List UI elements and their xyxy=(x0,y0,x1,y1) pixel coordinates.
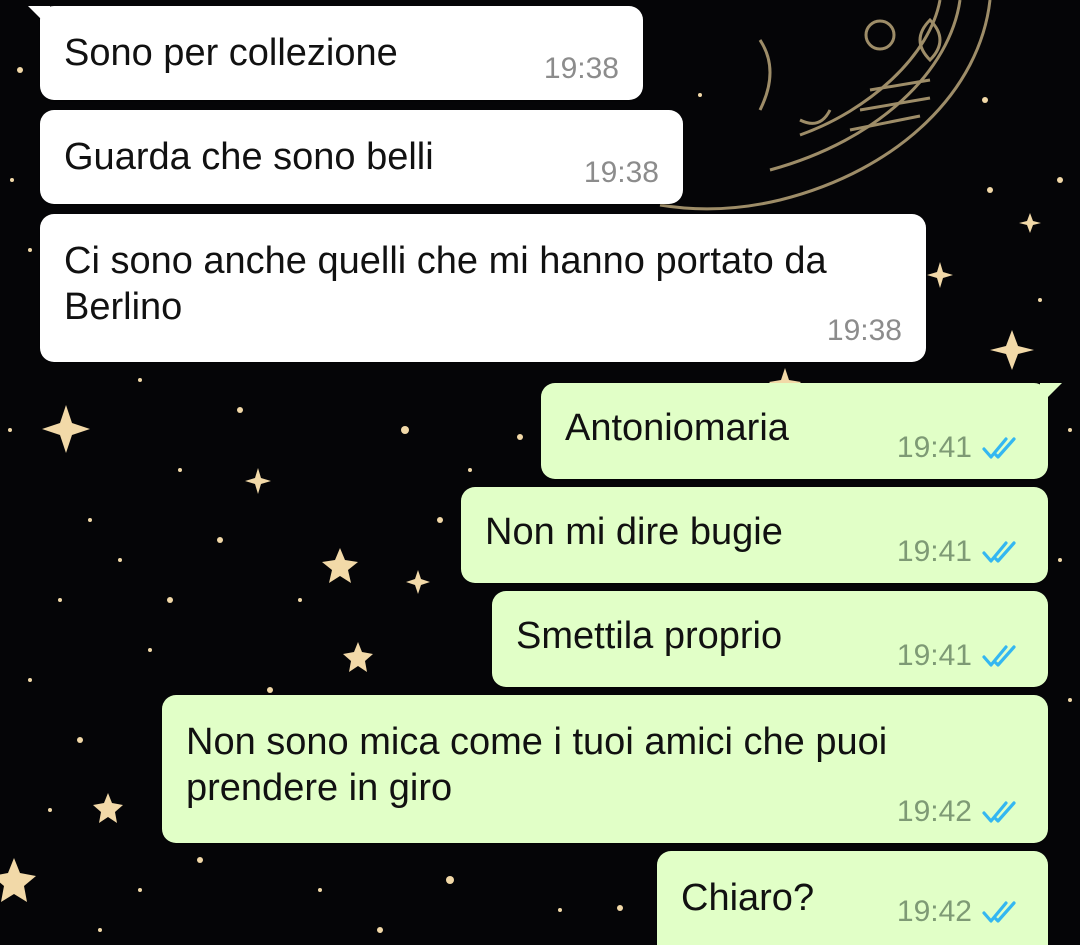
outgoing-message[interactable]: Non sono mica come i tuoi amici che puoi… xyxy=(162,695,1048,843)
message-text: Chiaro? xyxy=(681,877,815,919)
message-meta: 19:42 xyxy=(897,895,1024,929)
message-time: 19:38 xyxy=(583,156,659,189)
message-meta: 19:42 xyxy=(897,795,1024,829)
message-time: 19:42 xyxy=(896,795,972,828)
message-time: 19:38 xyxy=(543,52,619,85)
outgoing-message[interactable]: Chiaro? 19:42 xyxy=(657,851,1048,945)
incoming-message[interactable]: Ci sono anche quelli che mi hanno portat… xyxy=(40,214,926,362)
bubble-tail xyxy=(28,6,50,28)
message-time: 19:41 xyxy=(896,431,972,464)
message-meta: 19:38 xyxy=(544,52,619,86)
message-meta: 19:41 xyxy=(897,431,1024,465)
message-text: Ci sono anche quelli che mi hanno portat… xyxy=(64,240,838,328)
message-text: Guarda che sono belli xyxy=(64,136,434,178)
outgoing-message[interactable]: Smettila proprio 19:41 xyxy=(492,591,1048,687)
incoming-message[interactable]: Guarda che sono belli 19:38 xyxy=(40,110,683,204)
message-time: 19:42 xyxy=(896,895,972,928)
message-meta: 19:41 xyxy=(897,639,1024,673)
message-meta: 19:38 xyxy=(584,156,659,190)
outgoing-message[interactable]: Antoniomaria 19:41 xyxy=(541,383,1062,479)
message-text: Smettila proprio xyxy=(516,615,783,657)
message-time: 19:41 xyxy=(896,535,972,568)
message-list[interactable]: Sono per collezione 19:38 Guarda che son… xyxy=(0,0,1080,945)
bubble-tail xyxy=(1040,383,1062,405)
message-time: 19:41 xyxy=(896,639,972,672)
read-receipt-icon xyxy=(982,437,1016,459)
message-text: Sono per collezione xyxy=(64,32,398,74)
read-receipt-icon xyxy=(982,645,1016,667)
message-meta: 19:38 xyxy=(827,314,902,348)
read-receipt-icon xyxy=(982,901,1016,923)
read-receipt-icon xyxy=(982,541,1016,563)
message-time: 19:38 xyxy=(826,314,902,347)
outgoing-message[interactable]: Non mi dire bugie 19:41 xyxy=(461,487,1048,583)
message-text: Non mi dire bugie xyxy=(485,511,783,553)
message-meta: 19:41 xyxy=(897,535,1024,569)
incoming-message[interactable]: Sono per collezione 19:38 xyxy=(28,6,643,100)
read-receipt-icon xyxy=(982,801,1016,823)
message-text: Antoniomaria xyxy=(565,407,789,449)
